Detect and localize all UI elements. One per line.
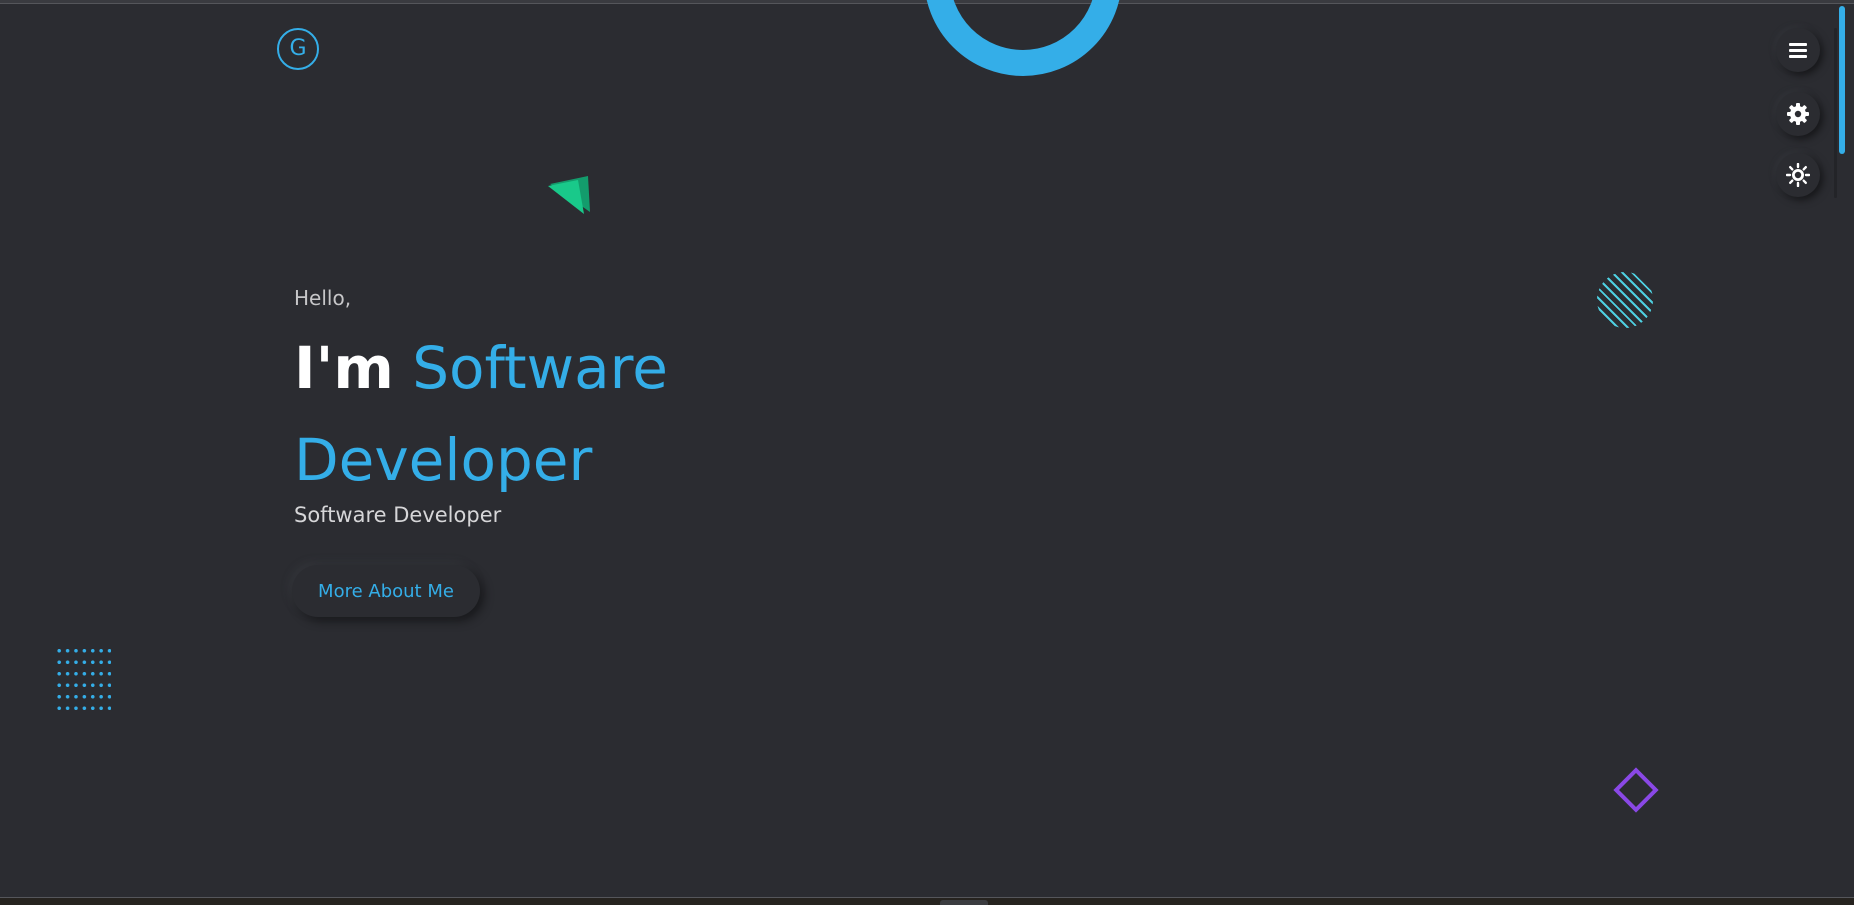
triangle-decoration <box>548 176 590 214</box>
hero-subtitle: Software Developer <box>294 503 502 527</box>
dot-grid-decoration <box>55 645 111 715</box>
portfolio-page: G Hello, I'm Software Developer Software… <box>0 0 1854 905</box>
settings-button[interactable] <box>1776 92 1820 136</box>
more-about-me-button[interactable]: More About Me <box>292 565 480 617</box>
settings-gear-icon <box>1787 103 1809 125</box>
menu-button[interactable] <box>1776 28 1820 72</box>
bottom-handle <box>940 900 988 905</box>
theme-toggle-button[interactable] <box>1776 153 1820 197</box>
ring-decoration <box>924 0 1122 76</box>
scrollbar-gutter <box>1834 28 1837 198</box>
hero-headline: I'm Software Developer <box>294 322 714 506</box>
striped-circle-decoration <box>1597 272 1653 328</box>
scrollbar-thumb[interactable] <box>1839 6 1845 154</box>
theme-toggle-sun-icon <box>1786 163 1810 187</box>
greeting-text: Hello, <box>294 286 352 310</box>
headline-prefix: I'm <box>294 334 394 402</box>
diamond-decoration <box>1613 767 1659 813</box>
logo[interactable]: G <box>277 28 319 70</box>
menu-icon <box>1789 43 1807 58</box>
window-bottom-border <box>0 897 1854 905</box>
